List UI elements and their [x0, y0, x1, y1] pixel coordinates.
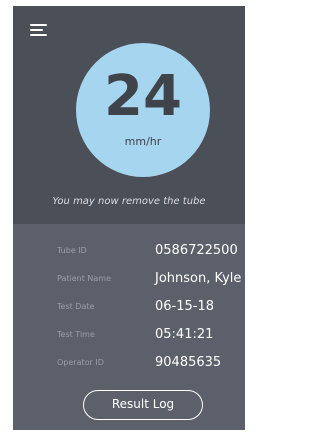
detail-value: 06-15-18: [155, 299, 215, 314]
hamburger-menu-icon[interactable]: [30, 24, 47, 37]
detail-row-test-date: Test Date 06-15-18: [13, 298, 245, 318]
detail-label: Test Date: [57, 302, 95, 311]
result-unit: mm/hr: [124, 135, 162, 148]
detail-value: 90485635: [155, 355, 222, 370]
status-message: You may now remove the tube: [52, 196, 206, 207]
app-screen: 24 mm/hr You may now remove the tube Tub…: [13, 6, 245, 430]
detail-label: Tube ID: [57, 246, 87, 255]
detail-row-tube-id: Tube ID 0586722500: [13, 242, 245, 262]
detail-label: Operator ID: [57, 358, 104, 367]
result-panel: 24 mm/hr You may now remove the tube: [13, 6, 245, 224]
detail-row-operator-id: Operator ID 90485635: [13, 354, 245, 374]
detail-value: 05:41:21: [155, 327, 214, 342]
detail-label: Test Time: [57, 330, 95, 339]
detail-row-test-time: Test Time 05:41:21: [13, 326, 245, 346]
detail-label: Patient Name: [57, 274, 111, 283]
detail-value: Johnson, Kyle: [155, 271, 242, 286]
detail-row-patient-name: Patient Name Johnson, Kyle: [13, 270, 245, 290]
result-log-button[interactable]: Result Log: [83, 390, 203, 420]
result-circle: 24 mm/hr: [76, 43, 210, 177]
result-value: 24: [104, 64, 182, 129]
detail-value: 0586722500: [155, 243, 238, 258]
